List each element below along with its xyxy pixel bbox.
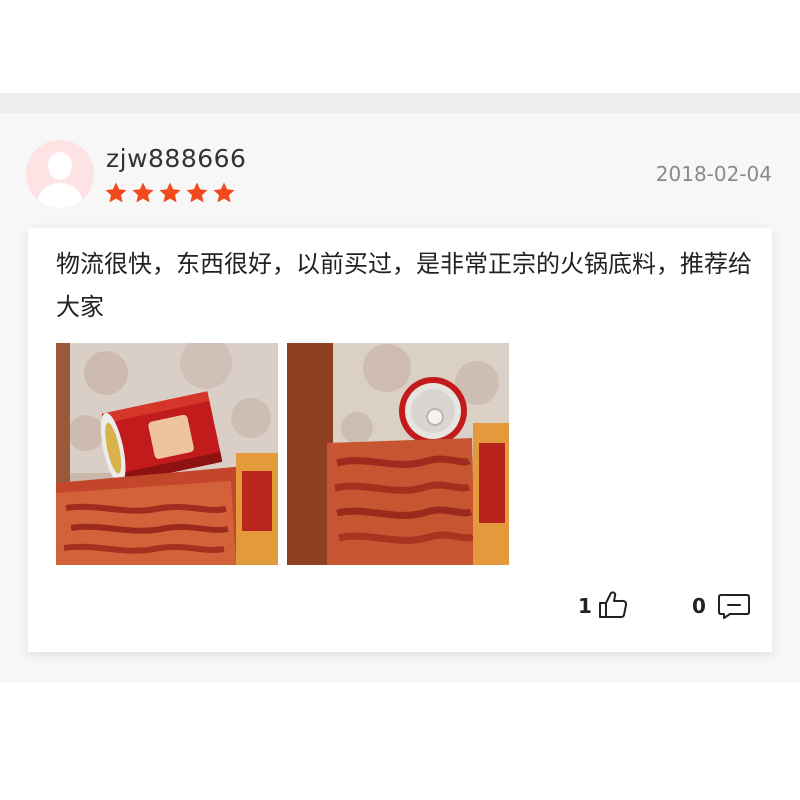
- like-count: 1: [578, 594, 592, 618]
- thumbs-up-icon[interactable]: [597, 589, 629, 621]
- username[interactable]: zjw888666: [106, 143, 246, 175]
- section-divider: [0, 93, 800, 113]
- star-icon: [132, 182, 154, 203]
- star-icon: [159, 182, 181, 203]
- bottom-blank-area: [0, 683, 800, 800]
- review-photo[interactable]: [287, 343, 509, 565]
- reply-count: 0: [692, 594, 706, 618]
- review-card: 物流很快，东西很好，以前买过，是非常正宗的火锅底料，推荐给大家 1 0: [28, 228, 772, 652]
- review-text: 物流很快，东西很好，以前买过，是非常正宗的火锅底料，推荐给大家: [56, 250, 752, 321]
- comment-icon[interactable]: [717, 592, 751, 620]
- star-icon: [213, 182, 235, 203]
- rating-stars: [104, 181, 236, 205]
- top-blank-area: [0, 0, 800, 93]
- star-icon: [186, 182, 208, 203]
- review-date: 2018-02-04: [655, 162, 772, 186]
- star-icon: [105, 182, 127, 203]
- review-photo[interactable]: [56, 343, 278, 565]
- user-avatar-icon[interactable]: [26, 140, 94, 208]
